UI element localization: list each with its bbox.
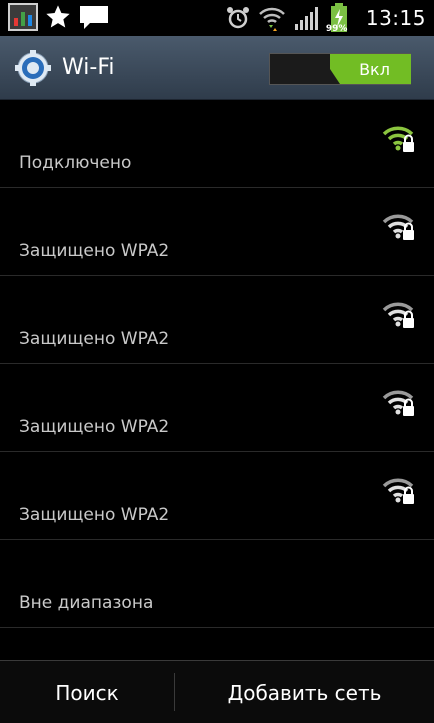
wifi-locked-icon	[382, 390, 414, 416]
status-bar: 99% 13:15	[0, 0, 434, 36]
alarm-icon	[226, 7, 249, 29]
network-row[interactable]: Вне диапазона	[0, 540, 434, 628]
wifi-locked-icon	[382, 214, 414, 240]
signal-icon	[294, 7, 318, 30]
network-status-label: Защищено WPA2	[19, 241, 170, 261]
notification-icons	[8, 3, 110, 31]
network-row[interactable]: Защищено WPA2	[0, 364, 434, 452]
network-list: Подключено Защищено WPA2 Защищено WPA2 Защи…	[0, 100, 434, 628]
settings-gear-icon[interactable]	[14, 49, 52, 87]
battery-level: 99%	[325, 24, 348, 34]
page-title: Wi-Fi	[62, 55, 115, 80]
wifi-locked-connected-icon	[382, 126, 414, 152]
network-status-label: Подключено	[19, 153, 132, 173]
network-row[interactable]: Подключено	[0, 100, 434, 188]
network-row[interactable]: Защищено WPA2	[0, 188, 434, 276]
network-status-label: Защищено WPA2	[19, 329, 170, 349]
toggle-on-label: Вкл	[330, 54, 411, 84]
network-status-label: Защищено WPA2	[19, 417, 170, 437]
add-network-button[interactable]: Добавить сеть	[175, 661, 434, 723]
wifi-locked-icon	[382, 302, 414, 328]
wifi-toggle[interactable]: Вкл	[269, 53, 411, 85]
message-icon	[80, 6, 108, 29]
network-status-label: Защищено WPA2	[19, 505, 170, 525]
wifi-settings-screen: 99% 13:15 Wi-Fi Вкл Подключено Защищено W…	[0, 0, 434, 723]
network-row[interactable]: Защищено WPA2	[0, 276, 434, 364]
clock: 13:15	[365, 6, 426, 30]
network-status-label: Вне диапазона	[19, 593, 154, 613]
search-button[interactable]: Поиск	[0, 661, 174, 723]
wifi-locked-icon	[382, 478, 414, 504]
network-row[interactable]: Защищено WPA2	[0, 452, 434, 540]
star-icon	[46, 5, 70, 28]
bottom-bar: Поиск Добавить сеть	[0, 660, 434, 723]
battery-charging-icon: 99%	[325, 3, 350, 34]
app-monitor-icon	[8, 3, 38, 31]
system-status-icons: 99% 13:15	[226, 2, 426, 34]
action-bar: Wi-Fi Вкл	[0, 36, 434, 100]
wifi-transfer-icon	[258, 7, 285, 31]
